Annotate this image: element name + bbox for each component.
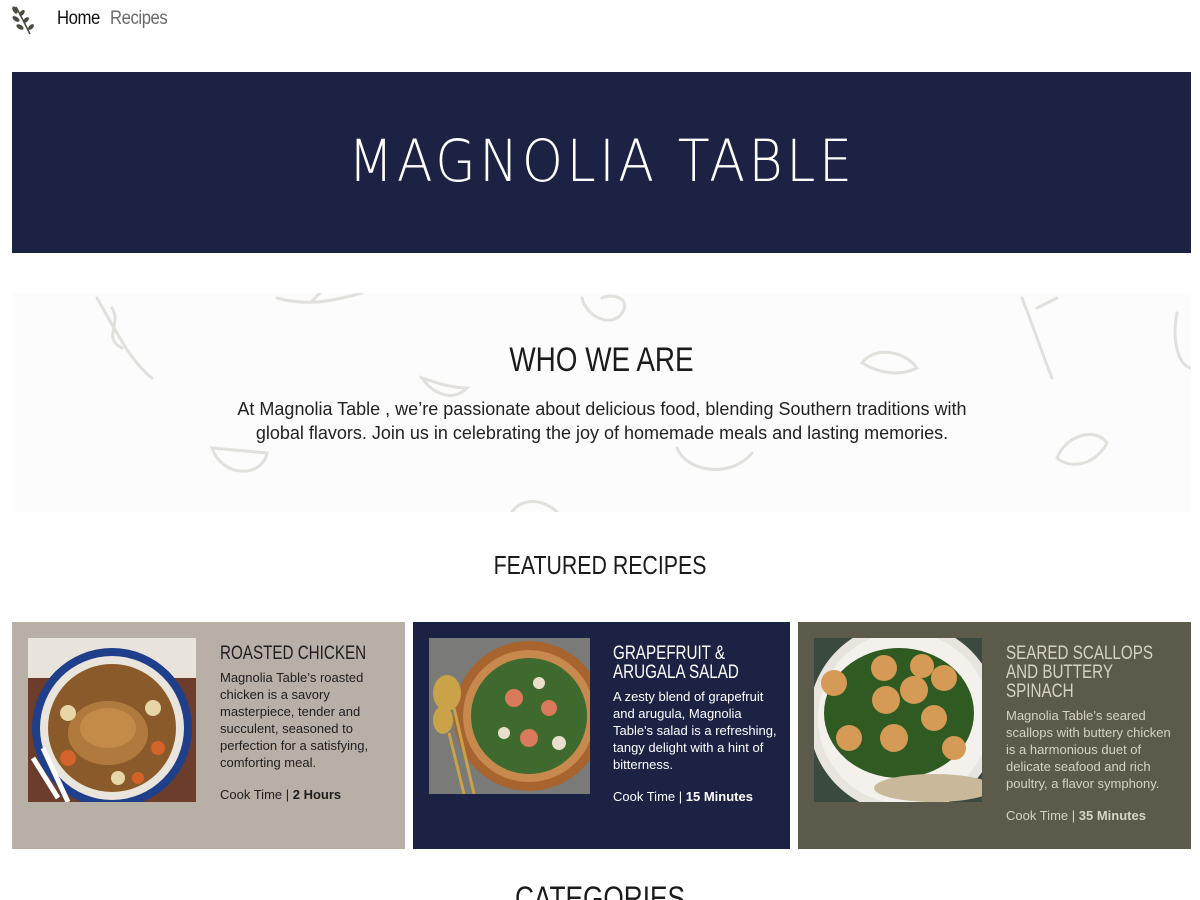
recipe-title[interactable]: Roasted Chicken: [220, 644, 390, 663]
roasted-chicken-photo[interactable]: [28, 638, 196, 802]
about-title: WHO WE ARE: [509, 341, 694, 379]
nav-home-link[interactable]: Home: [57, 8, 100, 30]
cook-time-value: 15 Minutes: [685, 789, 753, 804]
cook-time-label: Cook Time |: [220, 787, 290, 802]
salad-photo[interactable]: [429, 638, 590, 794]
categories-title: CATEGORIES: [514, 880, 686, 900]
about-section: WHO WE ARE At Magnolia Table , we’re pas…: [12, 293, 1191, 512]
nav-recipes-link[interactable]: Recipes: [110, 8, 168, 30]
recipe-title[interactable]: Grapefruit & Arugala Salad: [613, 644, 778, 682]
scallops-photo[interactable]: [814, 638, 982, 802]
hero-banner: MAGNOLIA TABLE: [12, 72, 1191, 253]
recipe-description: Magnolia Table’s seared scallops with bu…: [1006, 708, 1171, 791]
recipe-cook-time: Cook Time | 2 Hours: [220, 787, 390, 802]
featured-recipes-title: FEATURED RECIPES: [493, 550, 707, 580]
cook-time-value: 2 Hours: [292, 787, 342, 802]
recipe-card-seared-scallops[interactable]: Seared Scallops and Buttery Spinach Magn…: [798, 622, 1191, 849]
cook-time-label: Cook Time |: [1006, 808, 1076, 823]
recipe-card-body: Grapefruit & Arugala Salad A zesty blend…: [613, 644, 778, 804]
top-nav: Home Recipes: [0, 0, 1200, 40]
recipe-description: A zesty blend of grapefruit and arugula,…: [613, 689, 777, 772]
recipe-description: Magnolia Table’s roasted chicken is a sa…: [220, 670, 369, 770]
cook-time-label: Cook Time |: [613, 789, 683, 804]
recipe-card-roasted-chicken[interactable]: Roasted Chicken Magnolia Table’s roasted…: [12, 622, 405, 849]
recipe-title[interactable]: Seared Scallops and Buttery Spinach: [1006, 644, 1181, 701]
recipe-cook-time: Cook Time | 15 Minutes: [613, 789, 778, 804]
recipe-card-body: Seared Scallops and Buttery Spinach Magn…: [1006, 644, 1181, 823]
leaf-sprig-icon[interactable]: [10, 4, 36, 36]
hero-title: MAGNOLIA TABLE: [347, 126, 856, 195]
recipe-cook-time: Cook Time | 35 Minutes: [1006, 808, 1181, 823]
cook-time-value: 35 Minutes: [1078, 808, 1146, 823]
about-text: At Magnolia Table , we’re passionate abo…: [237, 399, 967, 443]
recipe-card-body: Roasted Chicken Magnolia Table’s roasted…: [220, 644, 390, 802]
recipe-card-grapefruit-salad[interactable]: Grapefruit & Arugala Salad A zesty blend…: [413, 622, 790, 849]
